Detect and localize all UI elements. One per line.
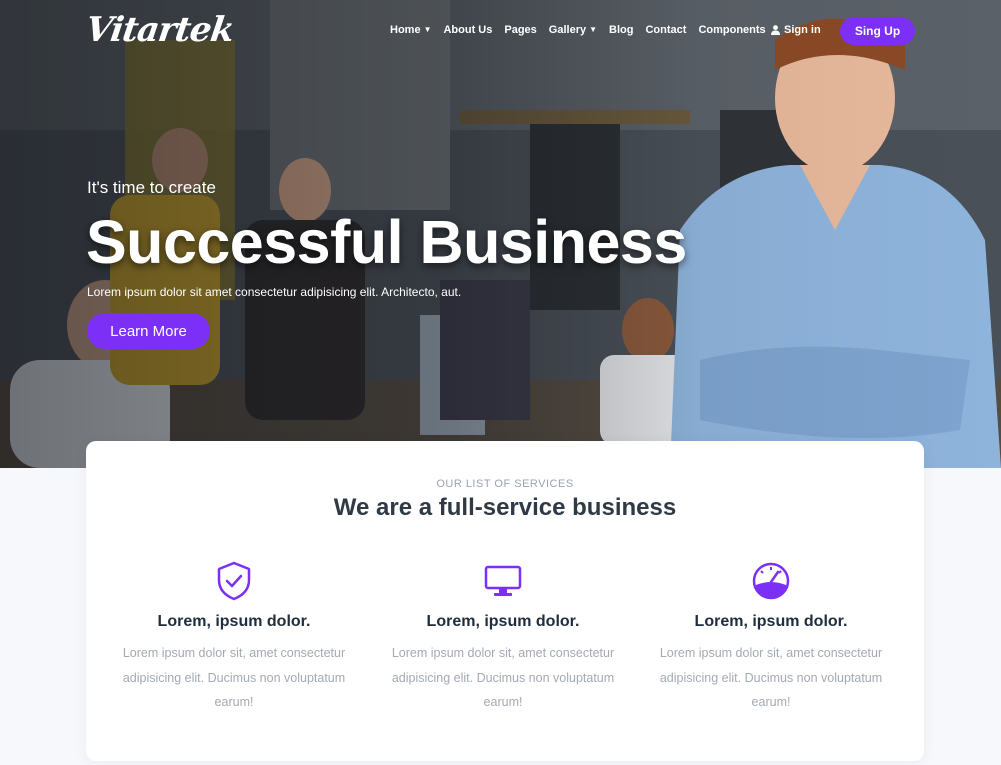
nav-item-label: Components — [698, 24, 766, 36]
service-item: Lorem, ipsum dolor. Lorem ipsum dolor si… — [369, 561, 637, 715]
shield-check-icon — [217, 561, 251, 601]
chevron-down-icon: ▼ — [423, 24, 432, 34]
speedometer-icon — [752, 562, 790, 600]
hero-eyebrow: It's time to create — [87, 178, 216, 197]
hero-headline: Successful Business — [86, 208, 687, 276]
nav-item-label: Pages — [504, 24, 537, 36]
sign-in-label: Sign in — [784, 24, 821, 36]
services-title: We are a full-service business — [333, 494, 677, 521]
brand-logo[interactable]: Vitartek — [83, 10, 236, 50]
services-kicker: OUR LIST OF SERVICES — [436, 478, 574, 490]
services-card: OUR LIST OF SERVICES We are a full-servi… — [86, 441, 924, 761]
sign-in-link[interactable]: Sign in — [771, 24, 821, 36]
nav-item-about-us[interactable]: About Us — [443, 24, 492, 36]
nav-item-label: About Us — [443, 24, 493, 36]
service-text: Lorem ipsum dolor sit, amet consectetur … — [122, 646, 346, 709]
nav-item-components[interactable]: Components — [698, 24, 765, 36]
top-navbar: Vitartek Home ▼ About Us Pages Gallery ▼… — [0, 0, 1001, 62]
nav-item-label: Gallery — [548, 24, 587, 36]
service-title: Lorem, ipsum dolor. — [426, 613, 580, 630]
service-text: Lorem ipsum dolor sit, amet consectetur … — [391, 646, 615, 709]
nav-item-label: Home — [390, 24, 421, 36]
nav-item-gallery[interactable]: Gallery ▼ — [549, 24, 597, 36]
user-icon — [771, 25, 780, 35]
learn-more-button[interactable]: Learn More — [87, 313, 210, 349]
nav-item-blog[interactable]: Blog — [609, 24, 633, 36]
service-text: Lorem ipsum dolor sit, amet consectetur … — [659, 646, 883, 709]
monitor-icon — [484, 565, 522, 596]
nav-item-contact[interactable]: Contact — [645, 24, 686, 36]
nav-item-label: Contact — [645, 24, 687, 36]
service-title: Lorem, ipsum dolor. — [157, 613, 311, 630]
hero-section: Vitartek Home ▼ About Us Pages Gallery ▼… — [0, 0, 1001, 468]
sign-up-button[interactable]: Sing Up — [840, 17, 915, 45]
service-item: Lorem, ipsum dolor. Lorem ipsum dolor si… — [637, 561, 905, 715]
nav-item-pages[interactable]: Pages — [504, 24, 536, 36]
service-item: Lorem, ipsum dolor. Lorem ipsum dolor si… — [100, 561, 368, 715]
hero-lead: Lorem ipsum dolor sit amet consectetur a… — [87, 285, 462, 299]
service-title: Lorem, ipsum dolor. — [694, 613, 848, 630]
main-menu: Home ▼ About Us Pages Gallery ▼ Blog Con… — [390, 24, 766, 36]
chevron-down-icon: ▼ — [589, 24, 598, 34]
nav-item-home[interactable]: Home ▼ — [390, 24, 431, 36]
nav-item-label: Blog — [609, 24, 634, 36]
